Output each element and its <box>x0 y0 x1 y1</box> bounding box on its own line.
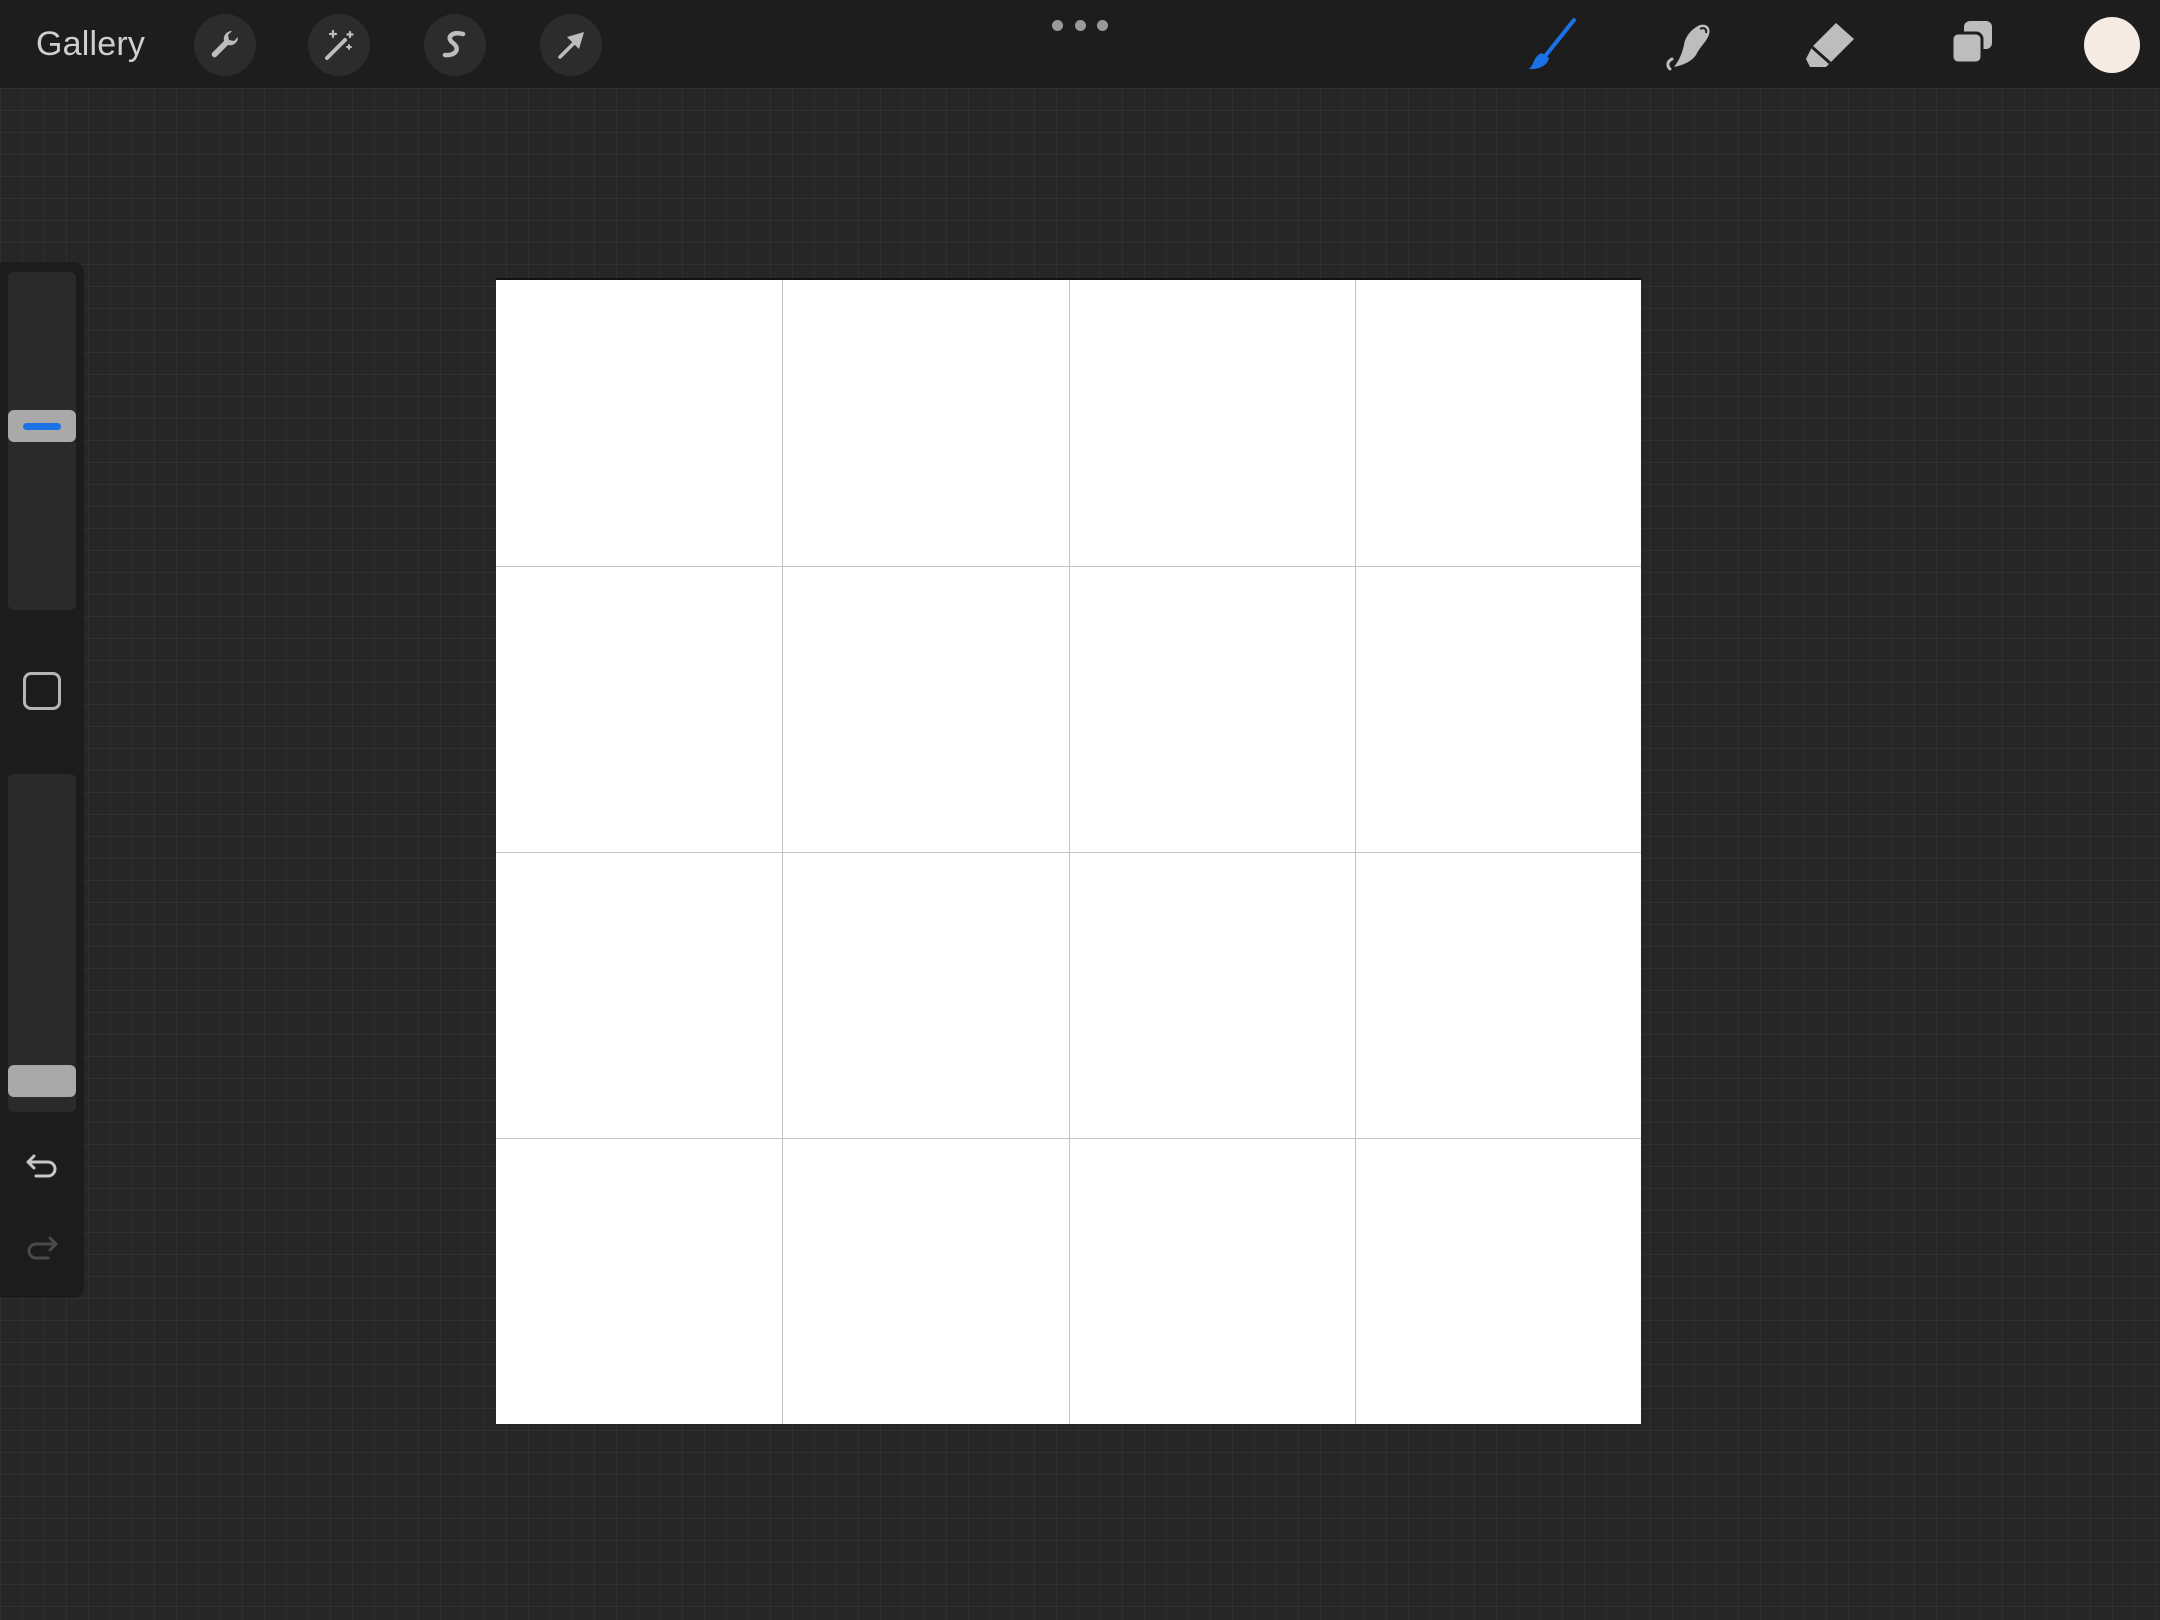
active-indicator <box>23 422 61 430</box>
ellipsis-icon <box>1097 19 1108 31</box>
wrench-icon <box>211 30 239 58</box>
ellipsis-icon <box>1074 19 1086 31</box>
layers-button[interactable] <box>1940 14 2004 76</box>
brush-tool-button[interactable] <box>1520 14 1584 76</box>
drawing-canvas[interactable] <box>496 278 1641 1424</box>
brush-size-slider[interactable] <box>8 272 76 610</box>
arrow-cursor-icon <box>558 32 584 59</box>
more-options-button[interactable] <box>1052 14 1108 36</box>
smudge-tool-button[interactable] <box>1658 14 1722 76</box>
smudge-finger-icon <box>1666 24 1710 71</box>
layers-icon <box>1950 21 1992 65</box>
color-picker-swatch[interactable] <box>2084 17 2140 73</box>
modify-button[interactable] <box>23 672 61 710</box>
left-sidebar <box>0 262 84 1298</box>
redo-button[interactable] <box>20 1224 64 1268</box>
undo-icon <box>26 1154 57 1178</box>
canvas-grid-line-horizontal <box>496 852 1641 853</box>
gallery-button[interactable]: Gallery <box>36 22 145 66</box>
selection-button[interactable] <box>424 14 486 76</box>
ellipsis-icon <box>1052 19 1063 31</box>
actions-button[interactable] <box>194 14 256 76</box>
adjustments-button[interactable] <box>308 14 370 76</box>
opacity-slider-thumb[interactable] <box>8 1065 76 1097</box>
magic-wand-icon <box>325 29 354 60</box>
opacity-slider[interactable] <box>8 774 76 1112</box>
eraser-icon <box>1806 23 1854 67</box>
canvas-grid-line-horizontal <box>496 566 1641 567</box>
undo-button[interactable] <box>20 1142 64 1186</box>
canvas-grid-line-horizontal <box>496 1138 1641 1139</box>
redo-icon <box>27 1236 58 1260</box>
selection-s-icon <box>442 31 466 58</box>
brush-icon <box>1529 18 1576 70</box>
transform-button[interactable] <box>540 14 602 76</box>
brush-size-slider-thumb[interactable] <box>8 410 76 442</box>
top-toolbar: Gallery <box>0 0 2160 88</box>
eraser-tool-button[interactable] <box>1798 14 1862 76</box>
